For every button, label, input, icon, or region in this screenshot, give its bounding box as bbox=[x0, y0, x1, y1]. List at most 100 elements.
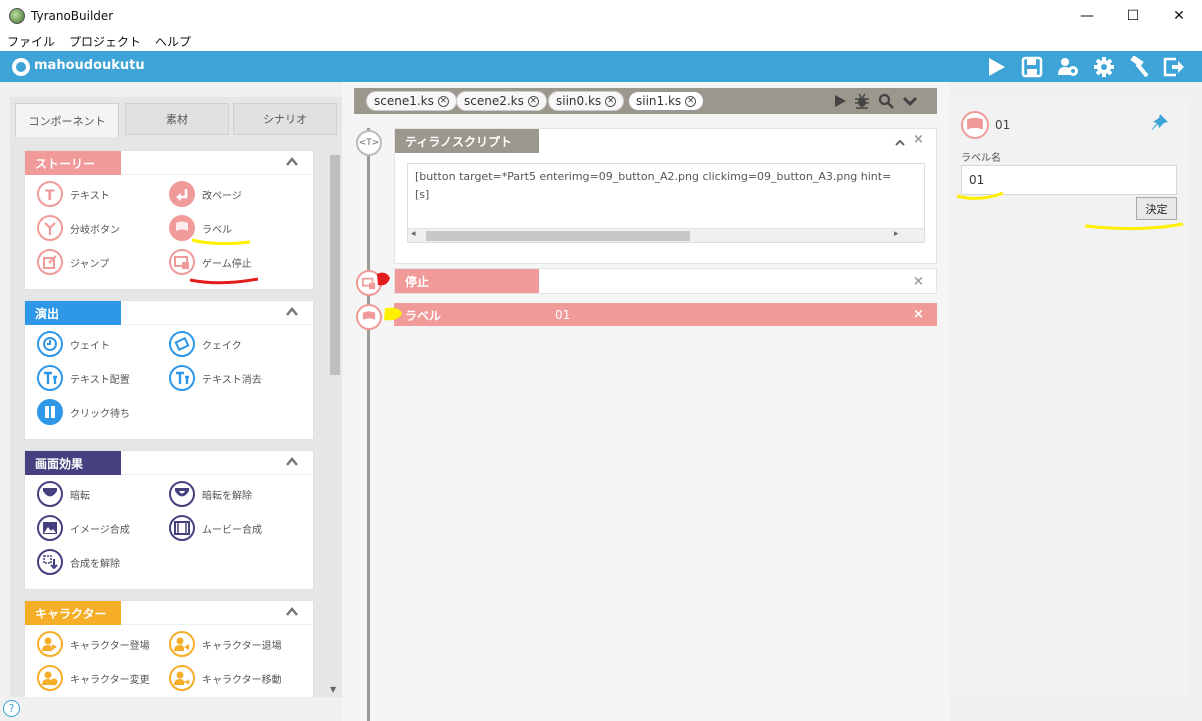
component-character-change[interactable]: キャラクター変更 bbox=[37, 665, 150, 691]
help-icon[interactable]: ? bbox=[3, 700, 20, 717]
menu-help[interactable]: ヘルプ bbox=[148, 33, 198, 50]
component-label: ジャンプ bbox=[70, 258, 110, 270]
exit-icon[interactable] bbox=[1163, 56, 1185, 78]
component-quake[interactable]: クェイク bbox=[169, 331, 242, 357]
minimize-button[interactable]: — bbox=[1064, 0, 1110, 31]
hscroll-thumb[interactable] bbox=[426, 231, 690, 241]
component-wait[interactable]: ウェイト bbox=[37, 331, 110, 357]
flag-icon bbox=[961, 111, 989, 139]
bug-icon[interactable] bbox=[854, 93, 870, 109]
script-line: [button target=*Part5 enterimg=09_button… bbox=[415, 170, 892, 183]
file-tab-active[interactable]: siin1.ks ✕ bbox=[628, 91, 705, 111]
delete-block-icon[interactable]: × bbox=[913, 132, 924, 147]
component-text-clear[interactable]: テキスト消去 bbox=[169, 365, 262, 391]
component-label: キャラクター退場 bbox=[202, 640, 282, 652]
collapse-icon[interactable] bbox=[895, 138, 905, 148]
component-label: クェイク bbox=[202, 340, 242, 352]
svg-text:T: T bbox=[45, 188, 55, 202]
script-block[interactable]: ティラノスクリプト × [button target=*Part5 enteri… bbox=[394, 128, 937, 264]
character-settings-icon[interactable] bbox=[1057, 56, 1079, 78]
stop-block[interactable]: 停止 × bbox=[394, 268, 937, 294]
component-text[interactable]: T テキスト bbox=[37, 181, 110, 207]
window-title: TyranoBuilder bbox=[31, 8, 114, 23]
component-fade-out[interactable]: 暗転 bbox=[37, 481, 90, 507]
category-header[interactable]: ストーリー bbox=[25, 151, 313, 175]
gear-icon[interactable] bbox=[1093, 56, 1115, 78]
clear-composite-icon bbox=[37, 549, 63, 575]
close-tab-icon[interactable]: ✕ bbox=[527, 95, 539, 107]
app-logo-icon bbox=[9, 7, 25, 24]
menu-file[interactable]: ファイル bbox=[0, 33, 62, 50]
component-game-stop[interactable]: ゲーム停止 bbox=[169, 249, 252, 275]
component-character-enter[interactable]: キャラクター登場 bbox=[37, 631, 150, 657]
file-tab[interactable]: scene1.ks ✕ bbox=[366, 91, 457, 111]
component-image-composite[interactable]: イメージ合成 bbox=[37, 515, 130, 541]
component-label: キャラクター登場 bbox=[70, 640, 150, 652]
component-branch[interactable]: 分岐ボタン bbox=[37, 215, 120, 241]
file-tab[interactable]: siin0.ks ✕ bbox=[548, 91, 625, 111]
flag-icon bbox=[169, 215, 195, 241]
close-button[interactable]: ✕ bbox=[1156, 0, 1202, 31]
category-label: 画面効果 bbox=[25, 451, 121, 475]
component-click-wait[interactable]: クリック待ち bbox=[37, 399, 130, 425]
file-tab-bar: scene1.ks ✕ scene2.ks ✕ siin0.ks ✕ siin1.ks… bbox=[354, 88, 937, 114]
label-name-input[interactable] bbox=[961, 165, 1177, 195]
component-character-exit[interactable]: キャラクター退場 bbox=[169, 631, 282, 657]
component-label: 暗転 bbox=[70, 490, 90, 502]
component-clear-composite[interactable]: 合成を解除 bbox=[37, 549, 120, 575]
chevron-up-icon[interactable] bbox=[285, 155, 299, 169]
script-hscroll[interactable]: ◂ ▸ bbox=[408, 228, 924, 242]
tab-scenario[interactable]: シナリオ bbox=[233, 103, 337, 135]
file-tab[interactable]: scene2.ks ✕ bbox=[456, 91, 547, 111]
scrollbar-thumb[interactable] bbox=[330, 155, 340, 375]
play-icon[interactable] bbox=[985, 56, 1007, 78]
menu-project[interactable]: プロジェクト bbox=[62, 33, 148, 50]
category-header[interactable]: キャラクター bbox=[25, 601, 313, 625]
component-label: テキスト配置 bbox=[70, 374, 130, 386]
tab-materials[interactable]: 素材 bbox=[125, 103, 229, 135]
close-tab-icon[interactable]: ✕ bbox=[685, 95, 697, 107]
component-page-break[interactable]: 改ページ bbox=[169, 181, 242, 207]
scroll-right-arrow-icon[interactable]: ▸ bbox=[894, 229, 899, 239]
chevron-up-icon[interactable] bbox=[285, 455, 299, 469]
script-editor[interactable]: [button target=*Part5 enterimg=09_button… bbox=[407, 163, 925, 243]
fade-in-icon bbox=[169, 481, 195, 507]
component-fade-in[interactable]: 暗転を解除 bbox=[169, 481, 252, 507]
character-change-icon bbox=[37, 665, 63, 691]
component-label: 暗転を解除 bbox=[202, 490, 252, 502]
category-header[interactable]: 演出 bbox=[25, 301, 313, 325]
pin-icon[interactable] bbox=[1149, 113, 1169, 133]
component-scrollbar[interactable]: ▼ bbox=[328, 137, 342, 697]
component-label: ゲーム停止 bbox=[202, 258, 252, 270]
delete-block-icon[interactable]: × bbox=[913, 274, 924, 289]
delete-block-icon[interactable]: × bbox=[913, 307, 924, 322]
build-icon[interactable] bbox=[1128, 56, 1150, 78]
block-title: ティラノスクリプト bbox=[395, 129, 539, 153]
component-movie-composite[interactable]: ムービー合成 bbox=[169, 515, 262, 541]
scroll-left-arrow-icon[interactable]: ◂ bbox=[411, 229, 416, 239]
maximize-button[interactable]: ☐ bbox=[1110, 0, 1156, 31]
component-panel: コンポーネント 素材 シナリオ ストーリー T テキスト 改ページ 分岐ボタン bbox=[10, 97, 342, 697]
fade-out-icon bbox=[37, 481, 63, 507]
component-label-item[interactable]: ラベル bbox=[169, 215, 232, 241]
file-tab-label: siin0.ks bbox=[556, 94, 602, 108]
label-name-caption: ラベル名 bbox=[961, 153, 1001, 164]
tab-components[interactable]: コンポーネント bbox=[15, 103, 119, 137]
save-icon[interactable] bbox=[1021, 56, 1043, 78]
search-icon[interactable] bbox=[878, 93, 894, 109]
component-jump[interactable]: ジャンプ bbox=[37, 249, 109, 275]
chevron-up-icon[interactable] bbox=[285, 305, 299, 319]
component-text-place[interactable]: テキスト配置 bbox=[37, 365, 130, 391]
play-icon[interactable] bbox=[832, 93, 848, 109]
chevron-down-icon[interactable] bbox=[902, 93, 918, 109]
component-character-move[interactable]: キャラクター移動 bbox=[169, 665, 282, 691]
close-tab-icon[interactable]: ✕ bbox=[437, 95, 449, 107]
scroll-down-arrow-icon[interactable]: ▼ bbox=[330, 685, 336, 694]
label-block[interactable]: ラベル 01 × bbox=[394, 303, 937, 326]
category-story: ストーリー T テキスト 改ページ 分岐ボタン ラベル ジャンプ ゲーム停止 bbox=[24, 150, 314, 290]
category-header[interactable]: 画面効果 bbox=[25, 451, 313, 475]
confirm-button[interactable]: 決定 bbox=[1136, 197, 1177, 220]
chevron-up-icon[interactable] bbox=[285, 605, 299, 619]
close-tab-icon[interactable]: ✕ bbox=[605, 95, 617, 107]
character-enter-icon bbox=[37, 631, 63, 657]
